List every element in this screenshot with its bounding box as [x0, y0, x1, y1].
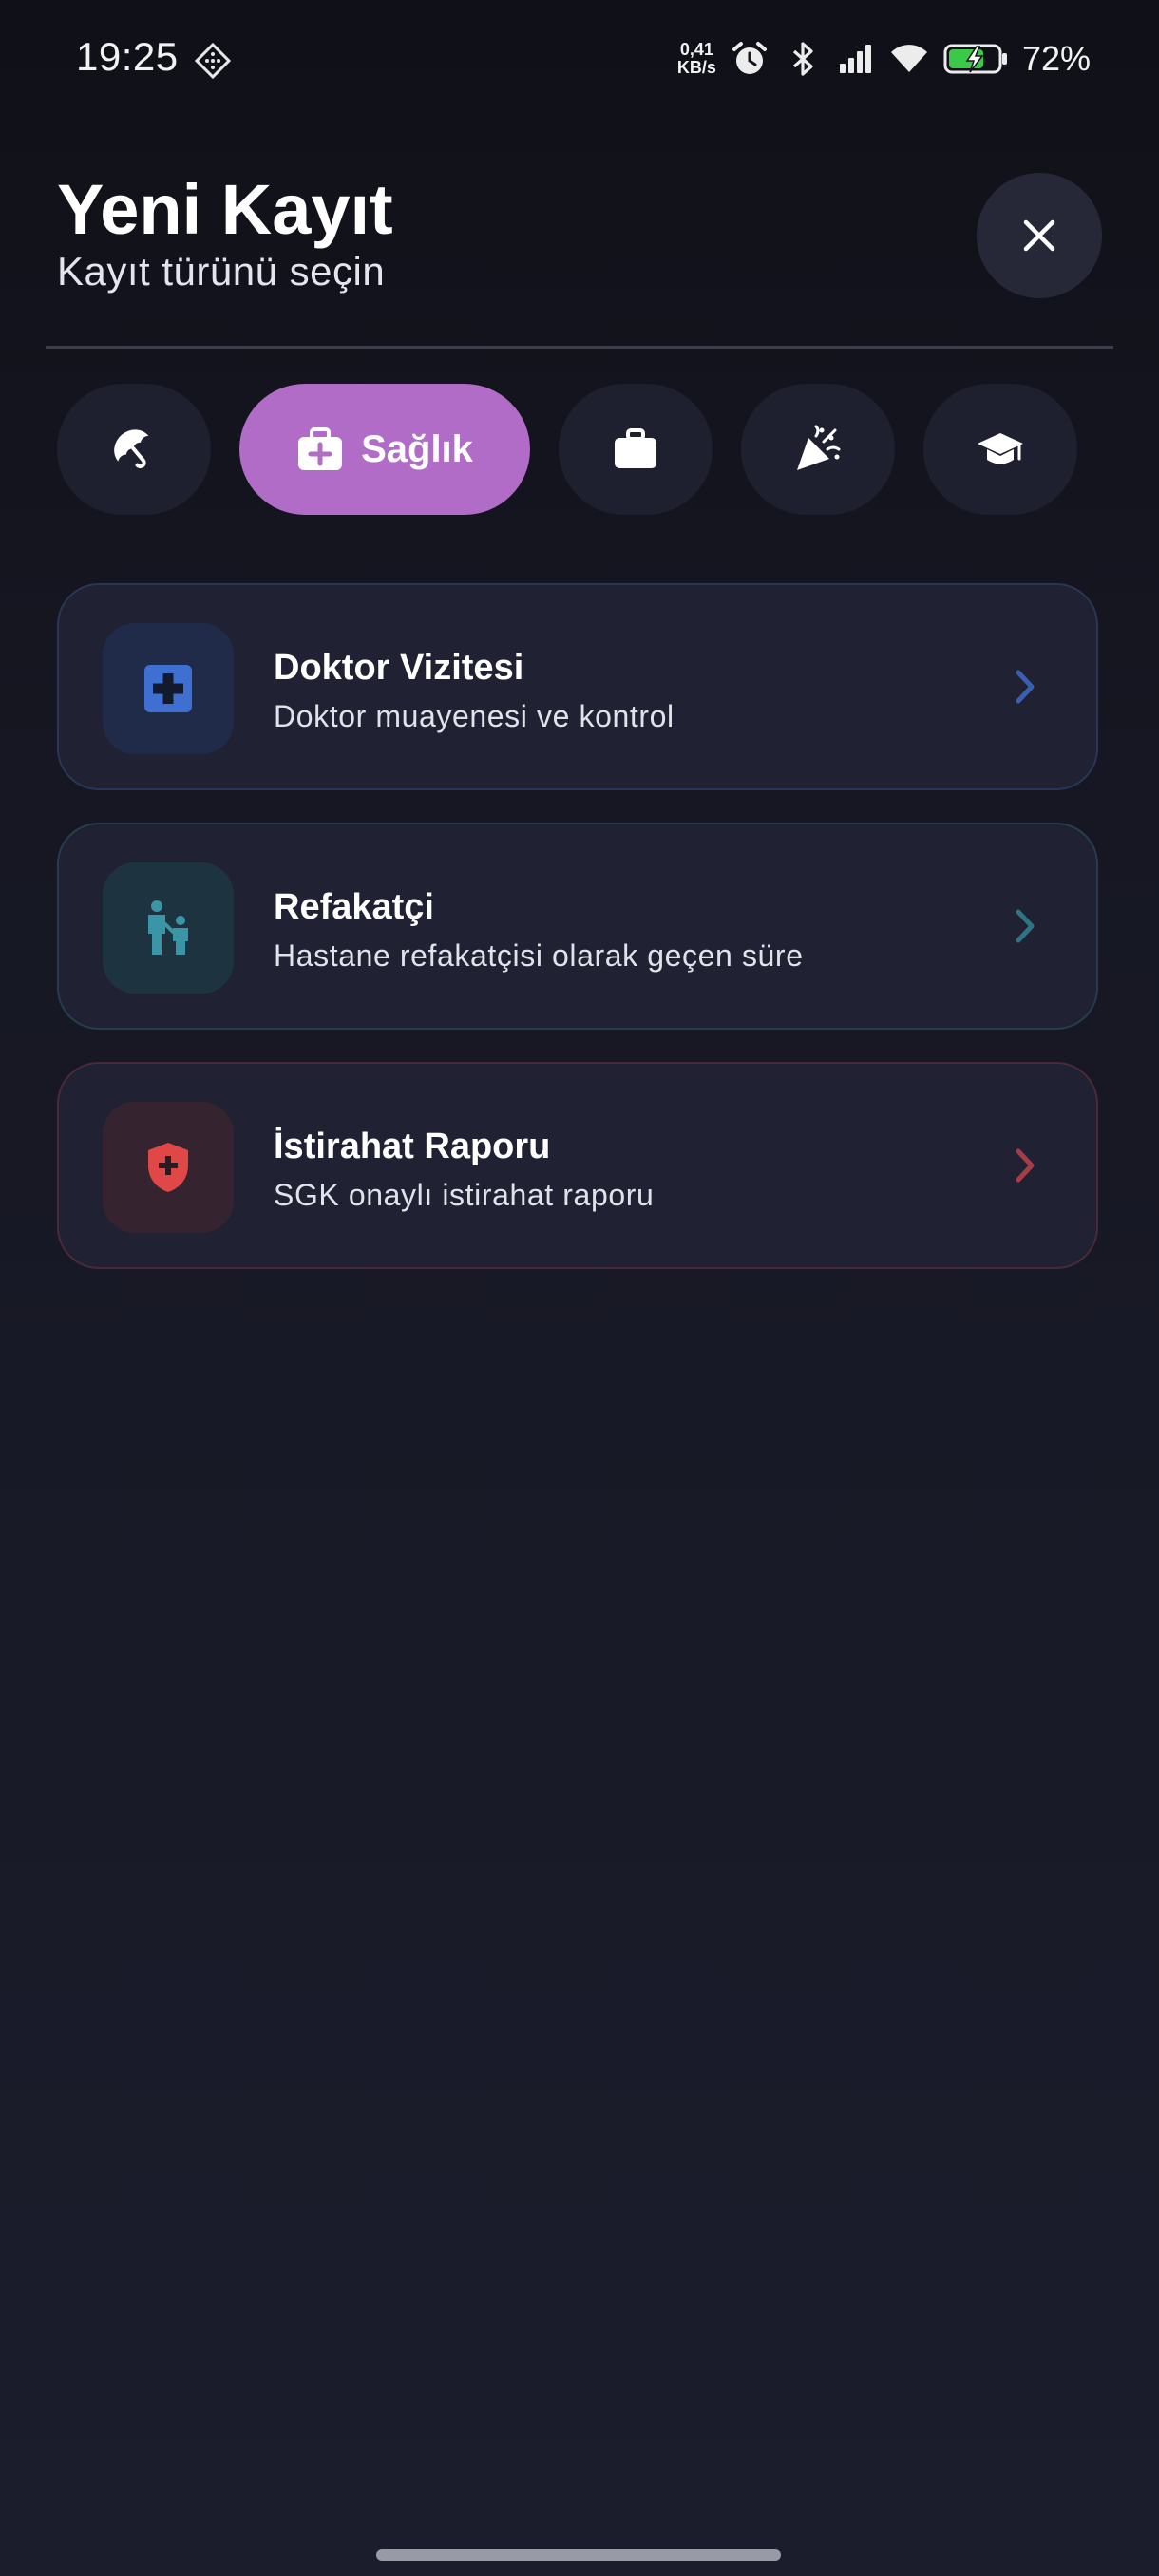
close-icon: [1023, 219, 1055, 252]
category-chip-saglik[interactable]: Sağlık: [239, 384, 530, 515]
app-notification-icon: [194, 42, 232, 80]
card-icon-box: [103, 862, 234, 994]
network-speed-unit: KB/s: [676, 58, 716, 77]
chevron-right-icon: [1016, 1148, 1035, 1183]
network-speed: 0,41 KB/s: [677, 41, 716, 77]
parent-child-icon: [148, 900, 188, 955]
shield-cross-icon: [148, 1143, 188, 1192]
record-title: Doktor Vizitesi: [274, 648, 524, 688]
battery-percent: 72%: [1021, 39, 1091, 78]
record-title: İstirahat Raporu: [274, 1127, 551, 1166]
category-chip-celebration[interactable]: [741, 384, 895, 515]
record-description: Doktor muayenesi ve kontrol: [274, 699, 674, 733]
record-description: Hastane refakatçisi olarak geçen süre: [274, 938, 804, 973]
category-chip-work[interactable]: [559, 384, 712, 515]
chevron-right-icon: [1016, 909, 1035, 943]
signal-icon: [839, 45, 871, 73]
status-icons: 0,41 KB/s 72%: [677, 32, 1091, 85]
graduation-cap-icon: [978, 433, 1023, 464]
page-title: Yeni Kayıt: [57, 170, 393, 249]
medical-kit-icon: [298, 427, 343, 470]
record-card-doktor-vizitesi[interactable]: Doktor Vizitesi Doktor muayenesi ve kont…: [57, 583, 1098, 790]
category-chip-education[interactable]: [923, 384, 1077, 515]
briefcase-icon: [615, 428, 656, 468]
record-description: SGK onaylı istirahat raporu: [274, 1178, 655, 1212]
page-subtitle: Kayıt türünü seçin: [57, 249, 386, 294]
status-time: 19:25: [76, 34, 179, 79]
record-title: Refakatçi: [274, 887, 434, 927]
card-icon-box: [103, 623, 234, 754]
category-chip-label: Sağlık: [361, 427, 473, 470]
record-card-istirahat-raporu[interactable]: İstirahat Raporu SGK onaylı istirahat ra…: [57, 1062, 1098, 1269]
umbrella-icon: [114, 429, 149, 469]
home-indicator[interactable]: [376, 2549, 781, 2561]
card-icon-box: [103, 1102, 234, 1233]
chevron-right-icon: [1016, 670, 1035, 704]
status-bar: 19:25 0,41 KB/s 72%: [0, 0, 1159, 123]
battery-charging-icon: [943, 44, 1007, 74]
party-popper-icon: [797, 425, 841, 470]
bluetooth-icon: [792, 42, 813, 76]
record-card-refakatci[interactable]: Refakatçi Hastane refakatçisi olarak geç…: [57, 823, 1098, 1030]
header-divider: [46, 346, 1113, 349]
wifi-icon: [890, 45, 927, 72]
alarm-icon: [732, 42, 767, 74]
close-button[interactable]: [977, 173, 1102, 298]
medical-cross-icon: [144, 665, 192, 712]
category-chip-umbrella[interactable]: [57, 384, 211, 515]
network-speed-value: 0,41: [679, 40, 713, 59]
